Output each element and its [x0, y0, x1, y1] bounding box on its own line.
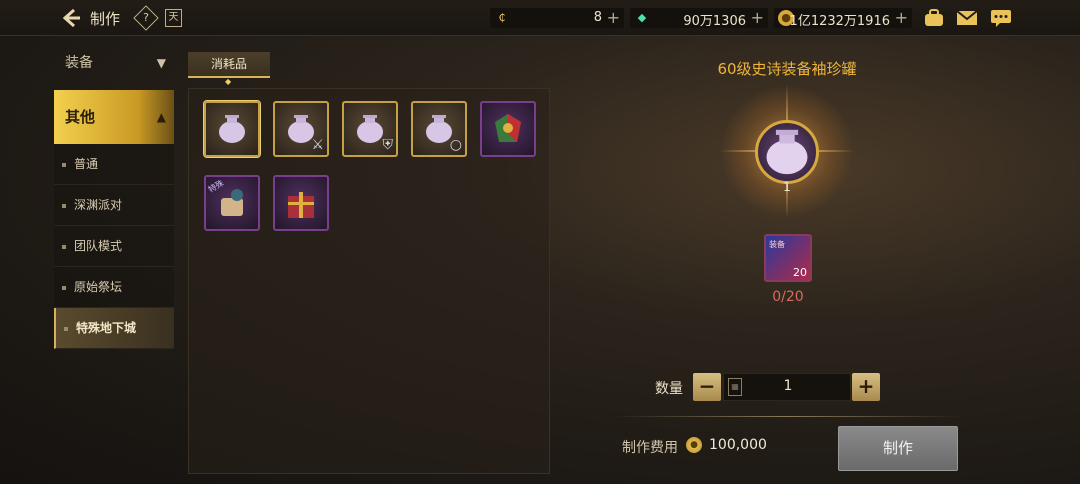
sword-icon: ⚔ — [311, 137, 324, 153]
currency-gold: ● 1亿1232万1916 + — [774, 8, 912, 29]
bag-icon[interactable] — [923, 8, 945, 28]
material-progress: 0/20 — [772, 289, 804, 305]
gold-coin-icon: ● — [686, 437, 702, 453]
item-grid: ⚔ ⛨ ○ 特殊 — [188, 88, 550, 474]
sidebar-item-raid-mode[interactable]: 团队模式 — [54, 226, 174, 267]
top-bar: 制作 ? 天 ₵ 8 + ◆ 90万1306 + ● 1亿1232万1916 + — [0, 0, 1080, 36]
item-slot-jar[interactable] — [204, 101, 260, 157]
page-title: 制作 — [90, 10, 121, 28]
mail-icon[interactable] — [956, 8, 978, 28]
category-sidebar: 装备 ▼ 其他 ▲ 普通 深渊派对 团队模式 原始祭坛 特殊地下城 — [54, 42, 174, 349]
chevron-down-icon: ▼ — [156, 56, 166, 70]
quantity-label: 数量 — [655, 381, 683, 397]
sidebar-item-special-dungeon[interactable]: 特殊地下城 — [54, 308, 174, 349]
jar-icon — [766, 129, 808, 175]
jester-box-icon — [495, 114, 521, 142]
output-item-icon[interactable] — [755, 120, 819, 184]
make-button[interactable]: 制作 — [838, 426, 958, 471]
back-arrow-icon[interactable] — [60, 6, 82, 30]
category-other[interactable]: 其他 ▲ — [54, 90, 174, 144]
coin-c-icon: ₵ — [498, 11, 506, 24]
output-count: 1 — [783, 180, 791, 194]
sidebar-item-primal-altar[interactable]: 原始祭坛 — [54, 267, 174, 308]
category-equipment[interactable]: 装备 ▼ — [54, 42, 174, 84]
sidebar-item-normal[interactable]: 普通 — [54, 144, 174, 185]
add-gold-button[interactable]: + — [895, 8, 908, 27]
gift-box-icon — [288, 192, 314, 218]
calculator-icon[interactable]: ▦ — [728, 378, 742, 396]
quantity-input[interactable]: 1 ▦ — [723, 373, 851, 401]
item-slot-gift-box[interactable] — [273, 175, 329, 231]
currency-coin-c: ₵ 8 + — [490, 8, 624, 28]
gem-icon: ◆ — [637, 11, 647, 24]
currency-gem: ◆ 90万1306 + — [630, 8, 768, 29]
cost-value: 100,000 — [709, 437, 767, 453]
scroll-icon — [221, 189, 243, 216]
item-slot-jar-armor[interactable]: ⛨ — [342, 101, 398, 157]
cost-label: 制作费用 — [622, 440, 678, 456]
necklace-icon: ○ — [449, 137, 462, 153]
add-gem-button[interactable]: + — [751, 8, 764, 27]
help-icon[interactable]: ? — [133, 5, 159, 31]
material-slot[interactable]: 装备 20 — [764, 234, 812, 282]
item-slot-jar-weapon[interactable]: ⚔ — [273, 101, 329, 157]
divider — [612, 416, 962, 417]
tab-consumables[interactable]: 消耗品 — [188, 52, 270, 94]
calendar-icon[interactable]: 天 — [165, 9, 182, 27]
add-coin-c-button[interactable]: + — [607, 8, 620, 27]
item-slot-special-scroll[interactable]: 特殊 — [204, 175, 260, 231]
chat-icon[interactable] — [990, 8, 1012, 28]
decrease-quantity-button[interactable]: − — [693, 373, 721, 401]
armor-icon: ⛨ — [382, 137, 394, 153]
jar-icon — [219, 115, 245, 143]
item-slot-jester-box[interactable] — [480, 101, 536, 157]
sidebar-item-abyss-party[interactable]: 深渊派对 — [54, 185, 174, 226]
increase-quantity-button[interactable]: + — [852, 373, 880, 401]
item-slot-jar-accessory[interactable]: ○ — [411, 101, 467, 157]
chevron-up-icon: ▲ — [156, 110, 166, 124]
item-name: 60级史诗装备袖珍罐 — [717, 60, 857, 78]
